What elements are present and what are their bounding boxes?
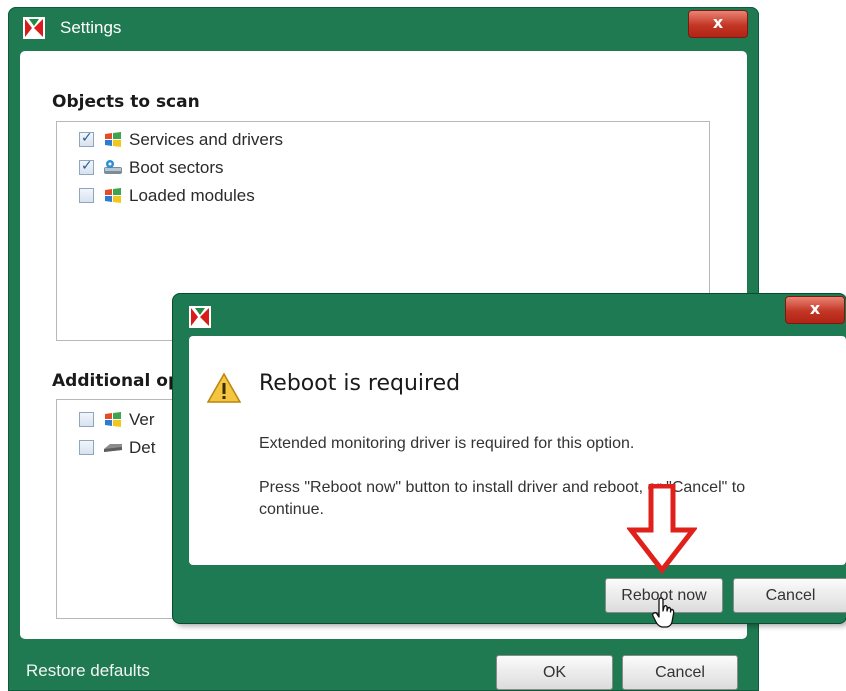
dialog-close-button[interactable]: x [786,297,844,323]
objects-section-title: Objects to scan [52,92,200,112]
dialog-message-1: Extended monitoring driver is required f… [259,435,635,452]
loaded-modules-label: Loaded modules [129,186,255,205]
settings-titlebar[interactable]: Settings x [8,7,759,47]
list-item-loaded-modules[interactable]: Loaded modules [79,184,439,208]
close-button[interactable]: x [689,11,747,37]
red-arrow-icon [627,484,697,574]
additional-1-label: Ver [129,410,155,429]
windows-logo-icon [105,188,121,203]
list-item-boot-sectors[interactable]: Boot sectors [79,156,439,180]
windows-logo-icon [105,132,121,147]
kaspersky-logo-icon [23,17,45,39]
cancel-button[interactable]: Cancel [622,655,738,690]
dialog-message-2: Press "Reboot now" button to install dri… [259,479,746,518]
dialog-cancel-button[interactable]: Cancel [733,578,846,613]
additional-2-label: Det [129,438,156,457]
windows-logo-icon [105,412,121,427]
dialog-title: Reboot is required [259,371,461,396]
checkbox-loaded-modules[interactable] [79,188,94,203]
hand-cursor-icon [652,597,675,628]
services-drivers-label: Services and drivers [129,130,284,149]
checkbox-boot-sectors[interactable] [79,158,94,175]
ok-button[interactable]: OK [496,655,613,690]
reboot-dialog: x Reboot is required Extended monitoring… [173,294,846,623]
drive-icon [104,444,122,452]
checkbox-additional-2[interactable] [79,440,94,455]
kaspersky-logo-icon [189,306,211,328]
checkbox-services-drivers[interactable] [79,130,94,147]
window-title: Settings [60,18,122,37]
warning-icon [207,372,241,403]
dialog-content: Reboot is required Extended monitoring d… [189,336,846,565]
list-item-services-drivers[interactable]: Services and drivers [79,128,439,152]
settings-bottom-bar: Restore defaults OK Cancel [8,639,759,691]
hard-drive-icon [104,160,122,174]
checkbox-additional-1[interactable] [79,412,94,427]
additional-section-title: Additional op [52,371,181,391]
restore-defaults-link[interactable]: Restore defaults [26,661,150,681]
boot-sectors-label: Boot sectors [129,158,224,177]
